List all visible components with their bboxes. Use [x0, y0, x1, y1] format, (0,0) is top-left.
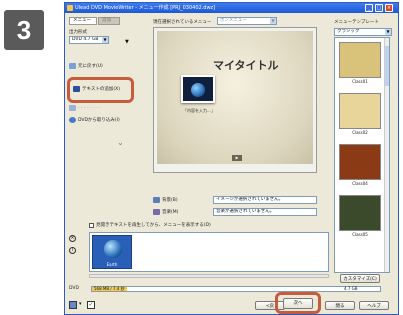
add-text-button[interactable]: テキストの追加(X): [73, 86, 120, 92]
chevron-down-icon[interactable]: ▼: [125, 39, 129, 45]
preview-title[interactable]: マイタイトル: [213, 57, 279, 73]
tab-add[interactable]: 追加: [98, 17, 120, 25]
close-button[interactable]: 閉る: [325, 301, 355, 310]
undo-icon: [69, 63, 76, 69]
image-icon[interactable]: [153, 197, 160, 203]
next-button[interactable]: 次へ: [283, 298, 313, 309]
template-label: メニューテンプレート: [334, 20, 379, 25]
checkbox-icon[interactable]: ✓: [87, 301, 95, 309]
menu-preview[interactable]: マイタイトル 「内容を入力...」 ▶: [153, 27, 317, 173]
disc-icon: [69, 117, 76, 123]
dvd-import-button[interactable]: DVDから取り込み(I): [69, 117, 120, 123]
clip-strip: Earth: [89, 232, 329, 272]
autoplay-row: 見開きテキストを再生してから、メニューを表示する(D): [89, 222, 211, 228]
template-caption: Class02: [352, 130, 368, 135]
expand-chevron-icon[interactable]: ⌄: [117, 138, 124, 147]
maximize-button[interactable]: □: [375, 4, 383, 12]
chevron-down-icon: ▼: [270, 18, 276, 24]
preview-background: マイタイトル 「内容を入力...」 ▶: [157, 31, 313, 164]
template-caption: Class01: [352, 79, 368, 84]
background-row: 背景(B): [153, 197, 202, 203]
chevron-down-icon: ▼: [385, 29, 391, 35]
template-scrollbar[interactable]: [384, 38, 389, 272]
clip-thumbnail[interactable]: Earth: [92, 235, 132, 269]
help-button[interactable]: ヘルプ: [359, 301, 389, 310]
info-icon[interactable]: i: [69, 247, 76, 254]
preview-thumbnail[interactable]: [181, 75, 215, 103]
step-number-badge: 3: [4, 10, 44, 50]
app-window: Ulead DVD MovieWriter - メニュー作成 [PRJ_0304…: [64, 2, 399, 315]
template-list: Class01 Class02 Class04 Class05: [334, 37, 390, 273]
remove-icon[interactable]: ×: [69, 235, 76, 242]
close-window-button[interactable]: ×: [385, 4, 393, 12]
tab-menu[interactable]: メニュー: [69, 17, 97, 25]
chevron-down-icon[interactable]: ▾: [79, 301, 83, 309]
menu-item-blurred[interactable]: - - - - - - - -: [69, 105, 101, 111]
earth-image: [104, 240, 122, 258]
template-thumbnail[interactable]: [339, 144, 381, 180]
disc-label: DVD: [69, 286, 79, 291]
capacity-bar: 568 MB / 7.4 秒 4.7 GB: [91, 286, 381, 292]
customize-button[interactable]: カスタマイズ(C): [340, 274, 380, 283]
next-page-icon[interactable]: ▶: [232, 155, 242, 161]
scrollbar-thumb[interactable]: [385, 46, 389, 86]
chevron-down-icon: ▼: [102, 37, 108, 43]
output-format-select[interactable]: DVD 4.7 GB ▼: [69, 36, 109, 44]
music-field[interactable]: 音楽が選択されていません。: [213, 208, 317, 216]
menu-icon: [69, 105, 76, 111]
background-field[interactable]: イメージが選択されていません。: [213, 196, 317, 204]
preview-thumbnail-caption[interactable]: 「内容を入力...」: [183, 108, 215, 114]
title-bar: Ulead DVD MovieWriter - メニュー作成 [PRJ_0304…: [65, 3, 398, 13]
template-thumbnail[interactable]: [339, 93, 381, 129]
music-row: 音楽(M): [153, 209, 202, 215]
template-category-select[interactable]: クラシック ▼: [334, 28, 392, 36]
current-menu-label: 現在選択されているメニュー: [153, 20, 212, 25]
clip-scrollbar[interactable]: [89, 274, 329, 278]
music-note-icon[interactable]: [153, 209, 160, 215]
clip-caption: Earth: [106, 262, 118, 267]
template-caption: Class05: [352, 232, 368, 237]
app-icon: [67, 5, 73, 11]
template-caption: Class04: [352, 181, 368, 186]
template-thumbnail[interactable]: [339, 42, 381, 78]
settings-icon[interactable]: [69, 301, 77, 309]
autoplay-checkbox[interactable]: [89, 222, 94, 228]
undo-button[interactable]: 元に戻す(U): [69, 63, 103, 69]
current-menu-select[interactable]: ポンメニュー ▼: [217, 17, 277, 25]
template-thumbnail[interactable]: [339, 195, 381, 231]
minimize-button[interactable]: _: [365, 4, 373, 12]
window-title: Ulead DVD MovieWriter - メニュー作成 [PRJ_0304…: [75, 5, 216, 11]
output-format-label: 出力形式: [69, 30, 87, 35]
text-add-icon: [73, 86, 80, 92]
